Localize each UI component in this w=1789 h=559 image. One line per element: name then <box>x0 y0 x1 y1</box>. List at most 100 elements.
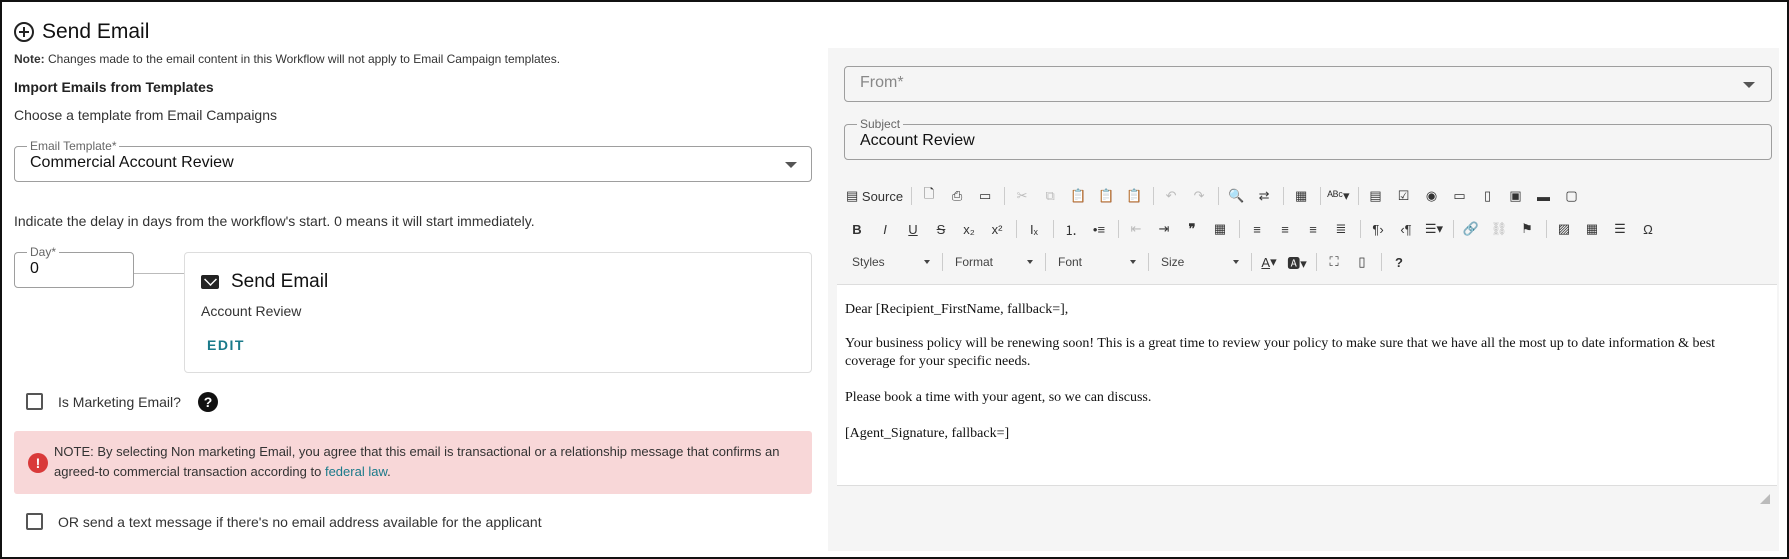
select-all-icon[interactable]: ▦ <box>1290 185 1312 207</box>
subject-label: Subject <box>857 117 904 131</box>
toolbar-separator <box>911 187 913 205</box>
paste-icon[interactable]: 📋 <box>1067 185 1089 207</box>
outdent-icon[interactable]: ⇤ <box>1125 218 1147 240</box>
create-div-icon[interactable]: ▦ <box>1209 218 1231 240</box>
connector-line <box>134 273 184 274</box>
marketing-email-checkbox[interactable] <box>26 393 43 410</box>
checkbox-icon[interactable]: ☑ <box>1393 185 1415 207</box>
replace-icon[interactable]: ⇄ <box>1253 185 1275 207</box>
size-dropdown[interactable]: Size <box>1155 251 1243 273</box>
radio-icon[interactable]: ◉ <box>1421 185 1443 207</box>
find-icon[interactable]: 🔍 <box>1225 185 1247 207</box>
image-icon[interactable]: ▨ <box>1553 218 1575 240</box>
import-heading: Import Emails from Templates <box>14 79 214 95</box>
add-circle-icon <box>14 22 34 42</box>
toolbar-separator <box>1251 253 1252 271</box>
edit-button[interactable]: EDIT <box>207 337 245 353</box>
spellcheck-icon[interactable]: ᴬᴮᶜ▾ <box>1327 185 1349 207</box>
toolbar-separator <box>1283 187 1285 205</box>
font-dropdown[interactable]: Font <box>1052 251 1140 273</box>
toolbar-separator <box>1053 220 1054 238</box>
sms-fallback-checkbox[interactable] <box>26 513 43 530</box>
indent-icon[interactable]: ⇥ <box>1153 218 1175 240</box>
resize-handle[interactable] <box>1760 494 1770 504</box>
email-template-select[interactable]: Email Template* Commercial Account Revie… <box>14 139 812 182</box>
email-body-editor[interactable]: Dear [Recipient_FirstName, fallback=], Y… <box>837 284 1777 486</box>
blockquote-icon[interactable]: ❞ <box>1181 218 1203 240</box>
text-color-icon[interactable]: A ▾ <box>1258 251 1280 273</box>
hidden-field-icon[interactable]: ▢ <box>1561 185 1583 207</box>
undo-icon[interactable]: ↶ <box>1160 185 1182 207</box>
align-left-icon[interactable]: ≡ <box>1246 218 1268 240</box>
ltr-icon[interactable]: ¶› <box>1367 218 1389 240</box>
unlink-icon[interactable]: ⛓ <box>1488 218 1510 240</box>
format-label: Format <box>955 255 994 269</box>
bg-color-icon[interactable]: 🅰▾ <box>1286 251 1308 273</box>
source-button[interactable]: ▤ Source <box>846 185 903 207</box>
special-char-icon[interactable]: Ω <box>1637 218 1659 240</box>
email-template-label: Email Template* <box>27 139 120 153</box>
toolbar-separator <box>942 253 943 271</box>
help-icon[interactable]: ? <box>1388 251 1410 273</box>
superscript-icon[interactable]: x² <box>986 218 1008 240</box>
body-signature: [Agent_Signature, fallback=] <box>845 426 1010 441</box>
body-paragraph: Your business policy will be renewing so… <box>845 336 1716 369</box>
align-right-icon[interactable]: ≡ <box>1302 218 1324 240</box>
toolbar-separator <box>1381 253 1382 271</box>
toolbar-separator <box>1546 220 1547 238</box>
styles-dropdown[interactable]: Styles <box>846 251 934 273</box>
toolbar-separator <box>1218 187 1220 205</box>
page-title: Send Email <box>14 20 149 44</box>
strikethrough-icon[interactable]: S <box>930 218 952 240</box>
from-select[interactable]: From* <box>844 66 1772 102</box>
templates-icon[interactable]: ▭ <box>974 185 996 207</box>
paste-text-icon[interactable]: 📋 <box>1095 185 1117 207</box>
show-blocks-icon[interactable]: ▯ <box>1351 251 1373 273</box>
justify-icon[interactable]: ≣ <box>1330 218 1352 240</box>
federal-law-link[interactable]: federal law <box>325 464 387 479</box>
underline-icon[interactable]: U <box>902 218 924 240</box>
error-icon: ! <box>28 453 48 473</box>
day-value: 0 <box>30 260 39 277</box>
rtl-icon[interactable]: ‹¶ <box>1395 218 1417 240</box>
copy-icon[interactable]: ⧉ <box>1039 185 1061 207</box>
textfield-icon[interactable]: ▭ <box>1449 185 1471 207</box>
day-input[interactable]: Day* 0 <box>14 245 134 288</box>
numbered-list-icon[interactable]: ⒈ <box>1060 218 1082 240</box>
remove-format-icon[interactable]: Iₓ <box>1023 218 1045 240</box>
italic-icon[interactable]: I <box>874 218 896 240</box>
help-icon[interactable]: ? <box>198 392 218 412</box>
horizontal-line-icon[interactable]: ☰ <box>1609 218 1631 240</box>
language-icon[interactable]: ☰▾ <box>1423 218 1445 240</box>
select-field-icon[interactable]: ▣ <box>1505 185 1527 207</box>
link-icon[interactable]: 🔗 <box>1460 218 1482 240</box>
toolbar-separator <box>1320 187 1322 205</box>
toolbar-separator <box>1153 187 1155 205</box>
print-icon[interactable]: ⎙ <box>946 185 968 207</box>
preview-icon[interactable]: 🗋 <box>918 185 940 207</box>
align-center-icon[interactable]: ≡ <box>1274 218 1296 240</box>
editor-toolbar-row-2: B I U S x₂ x² Iₓ ⒈ •≡ ⇤ ⇥ ❞ ▦ ≡ ≡ ≡ ≣ ¶›… <box>846 216 1776 242</box>
toolbar-separator <box>1357 187 1359 205</box>
subscript-icon[interactable]: x₂ <box>958 218 980 240</box>
toolbar-separator <box>1453 220 1454 238</box>
button-field-icon[interactable]: ▬ <box>1533 185 1555 207</box>
cut-icon[interactable]: ✂ <box>1011 185 1033 207</box>
textarea-icon[interactable]: ▯ <box>1477 185 1499 207</box>
bulleted-list-icon[interactable]: •≡ <box>1088 218 1110 240</box>
maximize-icon[interactable]: ⛶ <box>1323 251 1345 273</box>
subject-input[interactable]: Subject Account Review <box>844 117 1772 160</box>
table-icon[interactable]: ▦ <box>1581 218 1603 240</box>
import-subtext: Choose a template from Email Campaigns <box>14 107 278 123</box>
format-dropdown[interactable]: Format <box>949 251 1037 273</box>
toolbar-separator <box>1016 220 1017 238</box>
form-icon[interactable]: ▤ <box>1365 185 1387 207</box>
anchor-icon[interactable]: ⚑ <box>1516 218 1538 240</box>
day-label: Day* <box>27 245 60 259</box>
bold-icon[interactable]: B <box>846 218 868 240</box>
note-label: Note: <box>14 52 45 66</box>
redo-icon[interactable]: ↷ <box>1188 185 1210 207</box>
font-label: Font <box>1058 255 1083 269</box>
toolbar-separator <box>1239 220 1240 238</box>
paste-word-icon[interactable]: 📋 <box>1123 185 1145 207</box>
